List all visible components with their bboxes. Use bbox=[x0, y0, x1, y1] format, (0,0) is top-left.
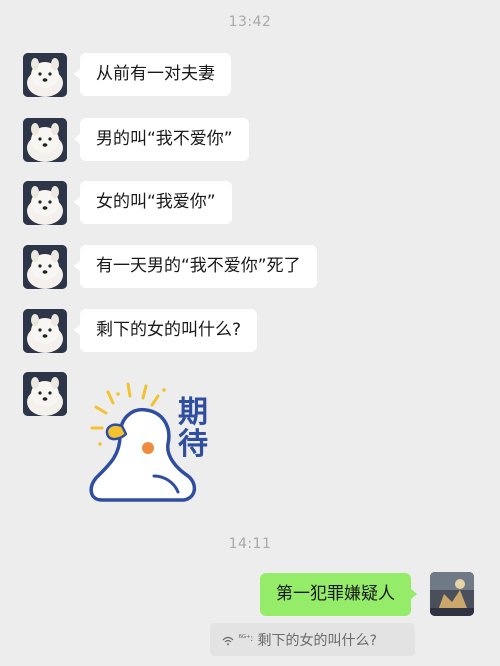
duck-expecting-sticker-icon: 期 待 bbox=[89, 382, 208, 502]
quoted-text: 剩下的女的叫什么? bbox=[257, 633, 377, 649]
samoyed-dog-avatar-icon bbox=[23, 309, 67, 353]
network-label: ⁶ᴳ⁺: bbox=[238, 634, 254, 644]
sticker-text-dai: 待 bbox=[178, 427, 208, 462]
user-photo-avatar-icon bbox=[430, 572, 474, 616]
quoted-message[interactable]: ⁶ᴳ⁺: 剩下的女的叫什么? bbox=[210, 623, 415, 656]
samoyed-dog-avatar-icon bbox=[23, 245, 67, 289]
message-bubble[interactable]: 女的叫“我爱你” bbox=[74, 181, 232, 224]
samoyed-dog-avatar-icon bbox=[23, 118, 67, 162]
message-bubble-outgoing[interactable]: 第一犯罪嫌疑人 bbox=[260, 573, 417, 616]
contact-avatar[interactable] bbox=[23, 309, 67, 353]
contact-avatar[interactable] bbox=[23, 372, 67, 416]
timestamp: 14:11 bbox=[228, 536, 272, 552]
message-bubble[interactable]: 剩下的女的叫什么? bbox=[73, 309, 258, 352]
wifi-signal-icon bbox=[222, 633, 238, 649]
contact-avatar[interactable] bbox=[23, 245, 67, 289]
sticker-text-qi: 期 bbox=[178, 395, 208, 430]
samoyed-dog-avatar-icon bbox=[23, 53, 67, 97]
contact-avatar[interactable] bbox=[23, 181, 67, 225]
samoyed-dog-avatar-icon bbox=[23, 181, 67, 225]
duck-sticker[interactable]: 期 待 bbox=[80, 372, 220, 512]
samoyed-dog-avatar-icon bbox=[23, 372, 67, 416]
contact-avatar[interactable] bbox=[23, 118, 67, 162]
contact-avatar[interactable] bbox=[23, 53, 67, 97]
timestamp: 13:42 bbox=[228, 14, 272, 30]
message-bubble[interactable]: 男的叫“我不爱你” bbox=[74, 118, 249, 161]
user-avatar[interactable] bbox=[430, 572, 474, 616]
message-bubble[interactable]: 从前有一对夫妻 bbox=[74, 53, 231, 96]
message-bubble[interactable]: 有一天男的“我不爱你”死了 bbox=[74, 245, 317, 288]
